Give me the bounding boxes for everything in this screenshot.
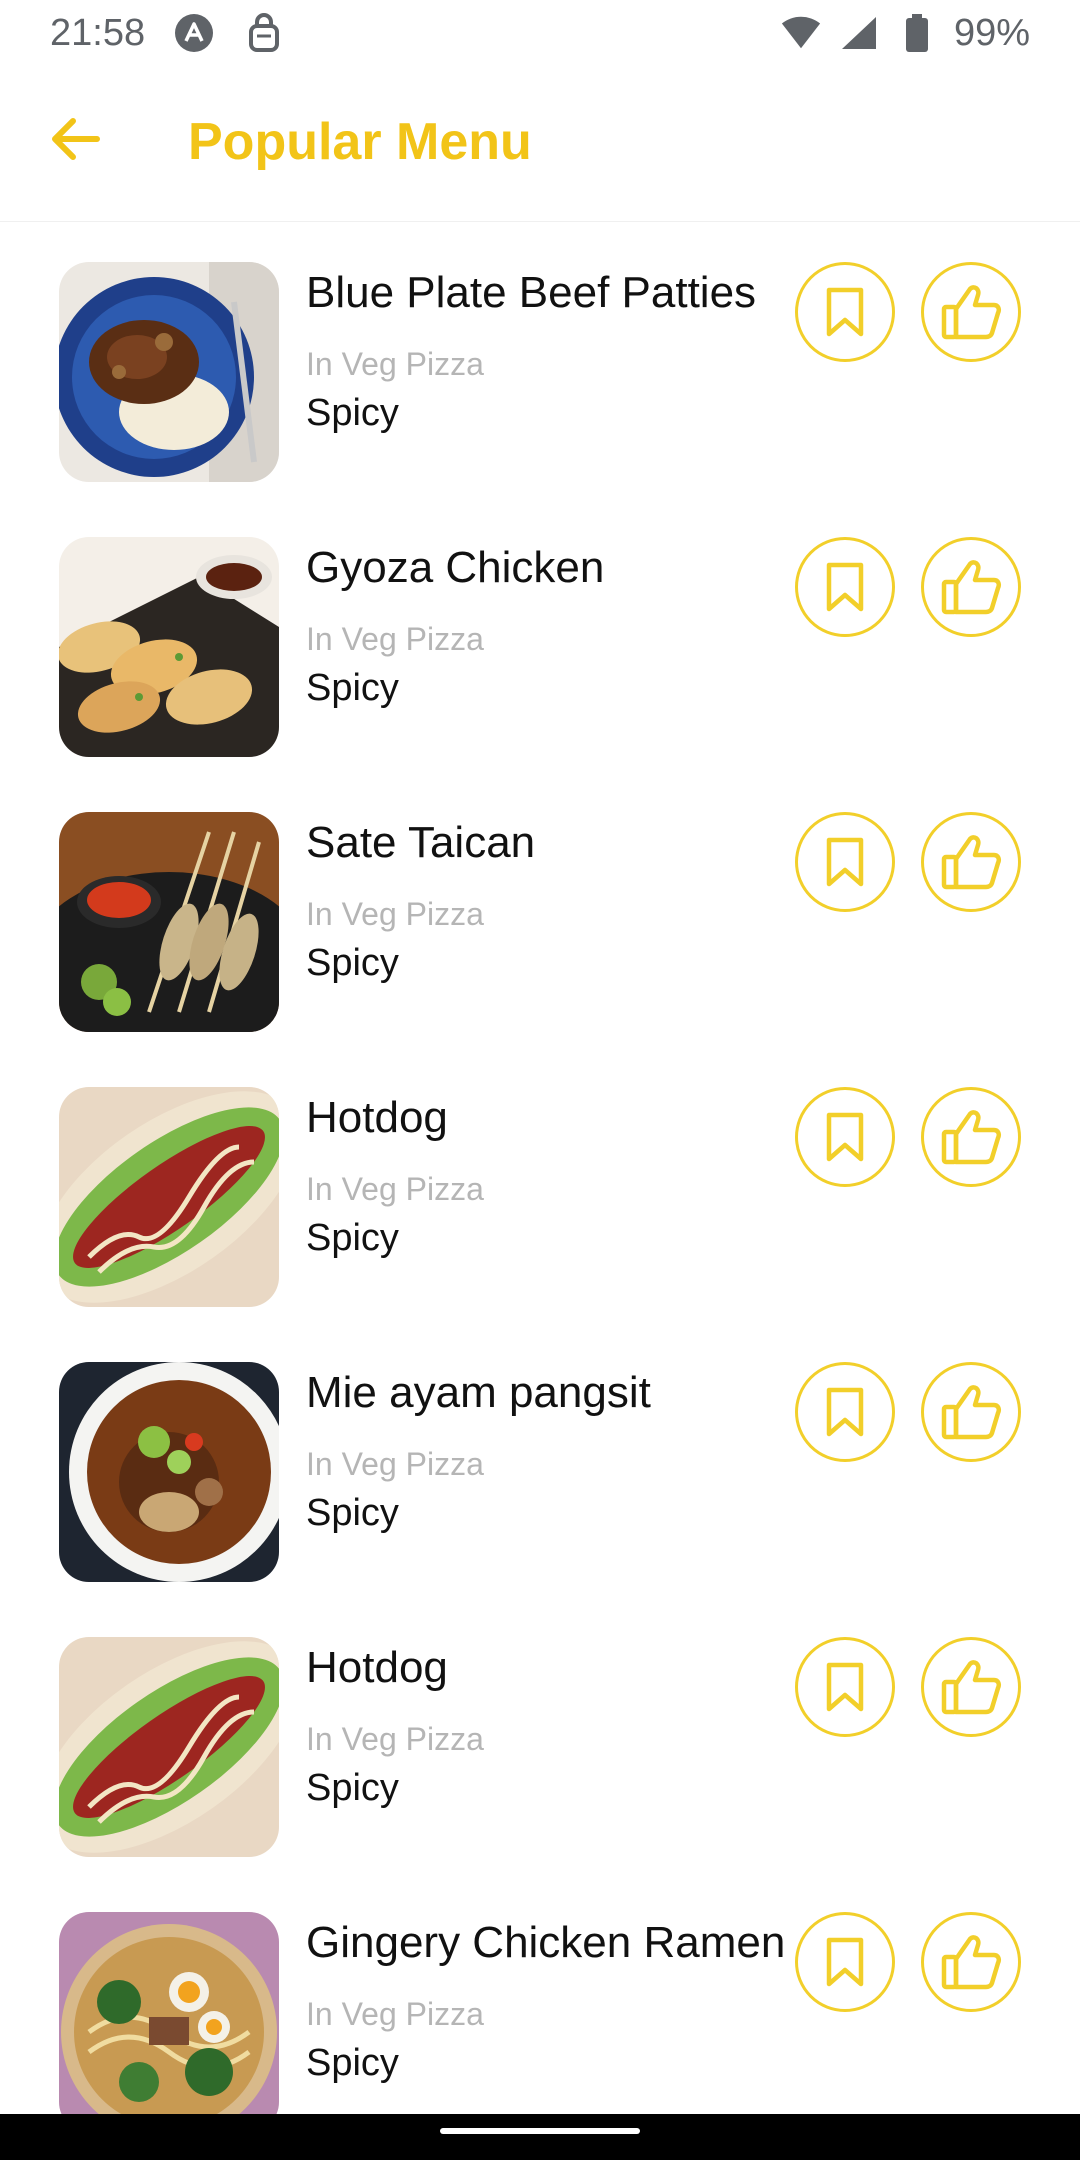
bookmark-icon <box>826 1387 864 1437</box>
status-left: 21:58 <box>50 12 285 55</box>
item-category: In Veg Pizza <box>306 1171 484 1207</box>
status-time: 21:58 <box>50 11 146 54</box>
lock-notification-icon <box>243 12 285 54</box>
thumbs-up-icon <box>941 1110 1002 1165</box>
app-bar: Popular Menu <box>0 66 1080 222</box>
app-notification-icon <box>173 12 215 54</box>
item-category: In Veg Pizza <box>306 346 484 382</box>
like-button[interactable] <box>921 812 1021 912</box>
menu-item[interactable]: Blue Plate Beef Patties In Veg Pizza Spi… <box>0 262 1080 537</box>
home-gesture-handle[interactable] <box>440 2128 640 2134</box>
food-image <box>59 812 279 1032</box>
bookmark-button[interactable] <box>795 1362 895 1462</box>
food-image <box>59 537 279 757</box>
screen: 21:58 99% Popular Menu Blue Plate Beef P… <box>0 0 1080 2160</box>
food-image <box>59 1912 279 2132</box>
bookmark-button[interactable] <box>795 812 895 912</box>
thumbs-up-icon <box>941 835 1002 890</box>
menu-list: Blue Plate Beef Patties In Veg Pizza Spi… <box>0 262 1080 2160</box>
food-image <box>59 1637 279 1857</box>
item-name: Gyoza Chicken <box>306 543 605 592</box>
food-image <box>59 1362 279 1582</box>
battery-percentage: 99% <box>953 11 1030 54</box>
menu-item[interactable]: Sate Taican In Veg Pizza Spicy <box>0 812 1080 1087</box>
menu-item[interactable]: Gyoza Chicken In Veg Pizza Spicy <box>0 537 1080 812</box>
bookmark-icon <box>826 1937 864 1987</box>
bookmark-icon <box>826 837 864 887</box>
battery-icon <box>896 12 938 54</box>
item-category: In Veg Pizza <box>306 621 484 657</box>
item-tag: Spicy <box>306 1492 399 1534</box>
item-tag: Spicy <box>306 667 399 709</box>
wifi-icon <box>780 12 822 54</box>
arrow-left-icon <box>52 118 100 160</box>
food-image <box>59 1087 279 1307</box>
item-name: Hotdog <box>306 1643 448 1692</box>
status-right: 99% <box>780 12 1030 55</box>
item-category: In Veg Pizza <box>306 896 484 932</box>
item-name: Sate Taican <box>306 818 536 867</box>
item-category: In Veg Pizza <box>306 1996 484 2032</box>
menu-item[interactable]: Hotdog In Veg Pizza Spicy <box>0 1087 1080 1362</box>
item-tag: Spicy <box>306 1767 399 1809</box>
bookmark-icon <box>826 1112 864 1162</box>
bookmark-button[interactable] <box>795 537 895 637</box>
item-tag: Spicy <box>306 392 399 434</box>
thumbs-up-icon <box>941 1385 1002 1440</box>
bookmark-button[interactable] <box>795 1637 895 1737</box>
thumbs-up-icon <box>941 560 1002 615</box>
status-bar: 21:58 99% <box>0 0 1080 66</box>
page-title: Popular Menu <box>188 113 532 171</box>
like-button[interactable] <box>921 262 1021 362</box>
bookmark-button[interactable] <box>795 1087 895 1187</box>
cellular-signal-icon <box>838 12 880 54</box>
item-tag: Spicy <box>306 2042 399 2084</box>
bookmark-icon <box>826 562 864 612</box>
item-name: Blue Plate Beef Patties <box>306 268 757 317</box>
menu-item[interactable]: Mie ayam pangsit In Veg Pizza Spicy <box>0 1362 1080 1637</box>
food-image <box>59 262 279 482</box>
like-button[interactable] <box>921 1362 1021 1462</box>
thumbs-up-icon <box>941 1935 1002 1990</box>
bookmark-icon <box>826 1662 864 1712</box>
item-category: In Veg Pizza <box>306 1446 484 1482</box>
like-button[interactable] <box>921 1637 1021 1737</box>
bookmark-button[interactable] <box>795 262 895 362</box>
item-tag: Spicy <box>306 942 399 984</box>
like-button[interactable] <box>921 1087 1021 1187</box>
back-button[interactable] <box>40 104 110 174</box>
menu-item[interactable]: Hotdog In Veg Pizza Spicy <box>0 1637 1080 1912</box>
item-name: Mie ayam pangsit <box>306 1368 651 1417</box>
thumbs-up-icon <box>941 285 1002 340</box>
item-name: Gingery Chicken Ramen <box>306 1918 786 1967</box>
item-tag: Spicy <box>306 1217 399 1259</box>
thumbs-up-icon <box>941 1660 1002 1715</box>
navigation-bar <box>0 2114 1080 2160</box>
item-category: In Veg Pizza <box>306 1721 484 1757</box>
bookmark-button[interactable] <box>795 1912 895 2012</box>
bookmark-icon <box>826 287 864 337</box>
like-button[interactable] <box>921 537 1021 637</box>
like-button[interactable] <box>921 1912 1021 2012</box>
item-name: Hotdog <box>306 1093 448 1142</box>
